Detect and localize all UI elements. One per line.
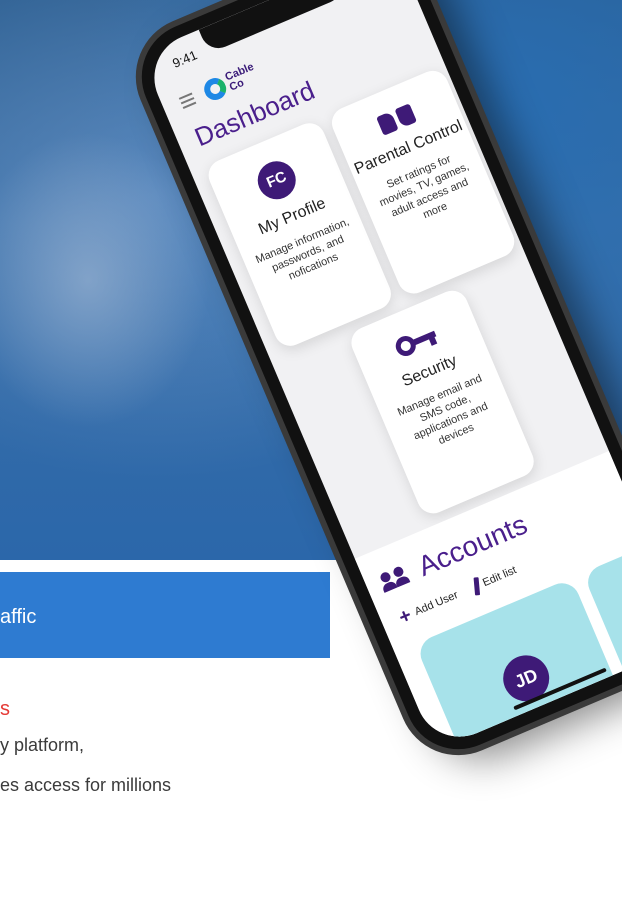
body-line-1: y platform, xyxy=(0,735,85,755)
heading-fragment: s xyxy=(0,698,10,720)
thumb-down-icon xyxy=(394,103,418,129)
notch xyxy=(198,0,347,54)
people-icon xyxy=(378,563,414,593)
logo-text: Cable Co xyxy=(223,61,260,94)
banner xyxy=(0,572,330,658)
thumb-up-icon xyxy=(376,111,399,136)
avatar-fc: FC xyxy=(251,155,302,206)
banner-text: affic xyxy=(0,606,37,628)
body-line-2: es access for millions xyxy=(0,775,172,795)
status-time: 9:41 xyxy=(170,47,200,71)
key-icon xyxy=(392,322,442,361)
avatar-jd: JD xyxy=(496,648,557,709)
logo: Cable Co xyxy=(200,61,260,104)
menu-icon[interactable] xyxy=(178,92,197,109)
pencil-icon xyxy=(473,577,480,596)
card-security[interactable]: Security Manage email and SMS code, appl… xyxy=(346,285,539,519)
thumbs-icon xyxy=(376,103,418,136)
